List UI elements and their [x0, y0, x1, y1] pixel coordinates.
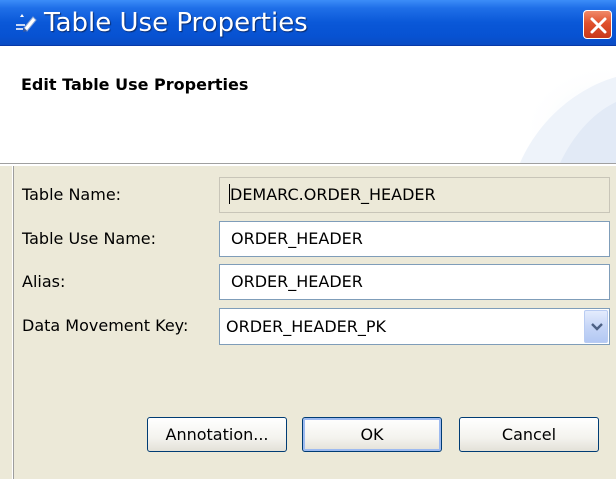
ok-button[interactable]: OK	[302, 417, 442, 452]
close-icon	[590, 17, 607, 34]
table-name-value: DEMARC.ORDER_HEADER	[230, 185, 436, 204]
dialog-window: Table Use Properties Edit Table Use Prop…	[0, 0, 616, 479]
window-title: Table Use Properties	[44, 8, 308, 38]
table-name-field[interactable]: DEMARC.ORDER_HEADER	[219, 177, 610, 213]
close-button[interactable]	[583, 10, 612, 39]
cancel-button[interactable]: Cancel	[459, 417, 599, 452]
data-movement-key-value: ORDER_HEADER_PK	[226, 317, 387, 336]
title-bar[interactable]: Table Use Properties	[0, 0, 616, 46]
text-caret	[229, 183, 230, 204]
data-movement-key-label: Data Movement Key:	[22, 316, 189, 335]
pencil-app-icon	[14, 12, 38, 34]
alias-value: ORDER_HEADER	[231, 272, 363, 291]
chevron-down-icon	[591, 323, 603, 331]
left-border	[12, 166, 14, 479]
table-use-name-value: ORDER_HEADER	[231, 229, 363, 248]
data-movement-key-select[interactable]: ORDER_HEADER_PK	[219, 308, 610, 345]
annotation-button[interactable]: Annotation...	[147, 417, 287, 452]
header-title: Edit Table Use Properties	[21, 75, 249, 94]
header-decoration	[520, 62, 616, 163]
table-name-label: Table Name:	[22, 185, 122, 204]
alias-field[interactable]: ORDER_HEADER	[219, 264, 610, 300]
header-separator	[0, 163, 616, 165]
header-banner: Edit Table Use Properties	[0, 47, 616, 163]
table-use-name-label: Table Use Name:	[22, 229, 157, 248]
alias-label: Alias:	[22, 272, 66, 291]
dropdown-button[interactable]	[584, 310, 608, 343]
table-use-name-field[interactable]: ORDER_HEADER	[219, 221, 610, 257]
